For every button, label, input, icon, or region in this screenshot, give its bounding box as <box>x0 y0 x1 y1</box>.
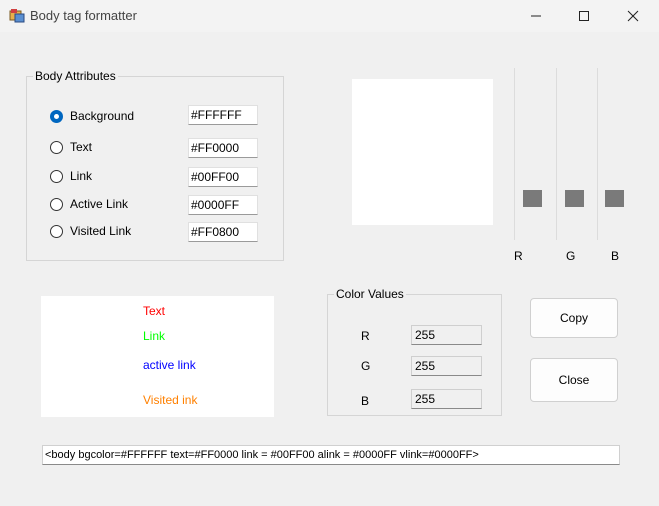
link-color-input[interactable]: #00FF00 <box>188 167 258 187</box>
green-slider-label: G <box>566 249 576 263</box>
active-link-color-input[interactable]: #0000FF <box>188 195 258 215</box>
body-attributes-legend: Body Attributes <box>35 69 116 83</box>
radio-label-active-link: Active Link <box>70 197 129 211</box>
green-slider-track[interactable] <box>556 68 557 240</box>
radio-button[interactable] <box>50 197 63 211</box>
color-values-legend: Color Values <box>336 287 404 301</box>
radio-button[interactable] <box>50 224 63 238</box>
sample-link: Link <box>143 329 166 343</box>
title-bar: Body tag formatter <box>0 0 659 32</box>
green-value-label: G <box>361 359 371 373</box>
red-slider-thumb[interactable] <box>523 190 542 207</box>
red-value-field: 255 <box>411 325 482 345</box>
red-value-label: R <box>361 329 370 343</box>
red-slider-label: R <box>514 249 523 263</box>
radio-background[interactable]: Background <box>50 107 134 125</box>
blue-value-field: 255 <box>411 389 482 409</box>
app-icon <box>9 9 25 23</box>
maximize-button[interactable] <box>561 0 607 32</box>
green-value-field: 255 <box>411 356 482 376</box>
red-slider-track[interactable] <box>514 68 515 240</box>
close-window-button[interactable] <box>610 0 656 32</box>
radio-label-background: Background <box>70 109 135 123</box>
sample-panel: Text Link active link Visited ink <box>41 296 274 417</box>
radio-visited-link[interactable]: Visited Link <box>50 222 131 240</box>
close-icon <box>627 10 639 22</box>
color-preview <box>352 79 493 225</box>
blue-value-label: B <box>361 394 370 408</box>
text-color-input[interactable]: #FF0000 <box>188 138 258 158</box>
sample-active-link: active link <box>143 358 196 372</box>
radio-active-link[interactable]: Active Link <box>50 195 128 213</box>
blue-slider-track[interactable] <box>597 68 598 240</box>
radio-button[interactable] <box>50 140 63 154</box>
blue-slider-label: B <box>611 249 620 263</box>
background-color-input[interactable]: #FFFFFF <box>188 105 258 125</box>
green-slider-thumb[interactable] <box>565 190 584 207</box>
blue-slider-thumb[interactable] <box>605 190 624 207</box>
minimize-icon <box>531 15 541 17</box>
radio-button[interactable] <box>50 169 63 183</box>
sample-text: Text <box>143 304 166 318</box>
radio-button[interactable] <box>50 109 63 123</box>
radio-link[interactable]: Link <box>50 167 92 185</box>
maximize-icon <box>579 11 589 21</box>
radio-label-text: Text <box>70 140 93 154</box>
copy-button[interactable]: Copy <box>530 298 618 338</box>
minimize-button[interactable] <box>513 0 559 32</box>
body-tag-output[interactable]: <body bgcolor=#FFFFFF text=#FF0000 link … <box>42 445 620 465</box>
radio-text[interactable]: Text <box>50 138 92 156</box>
radio-label-visited-link: Visited Link <box>70 224 132 238</box>
radio-label-link: Link <box>70 169 93 183</box>
window-title: Body tag formatter <box>30 8 137 23</box>
visited-link-color-input[interactable]: #FF0800 <box>188 222 258 242</box>
close-button[interactable]: Close <box>530 358 618 402</box>
sample-visited-link: Visited ink <box>143 393 198 407</box>
